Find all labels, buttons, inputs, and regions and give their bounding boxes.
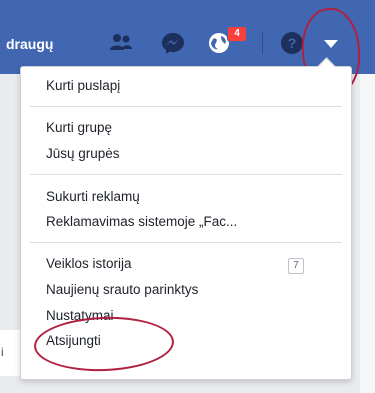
menu-item-create-page[interactable]: Kurti puslapį bbox=[46, 78, 120, 93]
menu-item-your-groups[interactable]: Jūsų grupės bbox=[46, 146, 120, 161]
svg-text:?: ? bbox=[288, 35, 297, 51]
menu-item-advertising[interactable]: Reklamavimas sistemoje „Fac... bbox=[46, 214, 237, 229]
left-card-text: i bbox=[1, 345, 4, 359]
menu-separator bbox=[30, 242, 342, 243]
messenger-icon[interactable] bbox=[160, 30, 186, 56]
activity-log-count: 7 bbox=[288, 258, 304, 274]
menu-separator bbox=[30, 106, 342, 107]
menu-separator bbox=[30, 174, 342, 175]
notifications-badge: 4 bbox=[227, 26, 247, 42]
profile-name-link[interactable]: draugų bbox=[6, 36, 53, 52]
menu-item-news-feed-preferences[interactable]: Naujienų srauto parinktys bbox=[46, 282, 198, 297]
right-column-background bbox=[360, 74, 375, 393]
menu-item-create-ad[interactable]: Sukurti reklamų bbox=[46, 189, 140, 204]
menu-item-create-group[interactable]: Kurti grupę bbox=[46, 120, 112, 135]
friends-icon[interactable] bbox=[108, 30, 134, 56]
menu-item-activity-log[interactable]: Veiklos istorija bbox=[46, 256, 132, 271]
topbar-divider bbox=[262, 32, 263, 54]
